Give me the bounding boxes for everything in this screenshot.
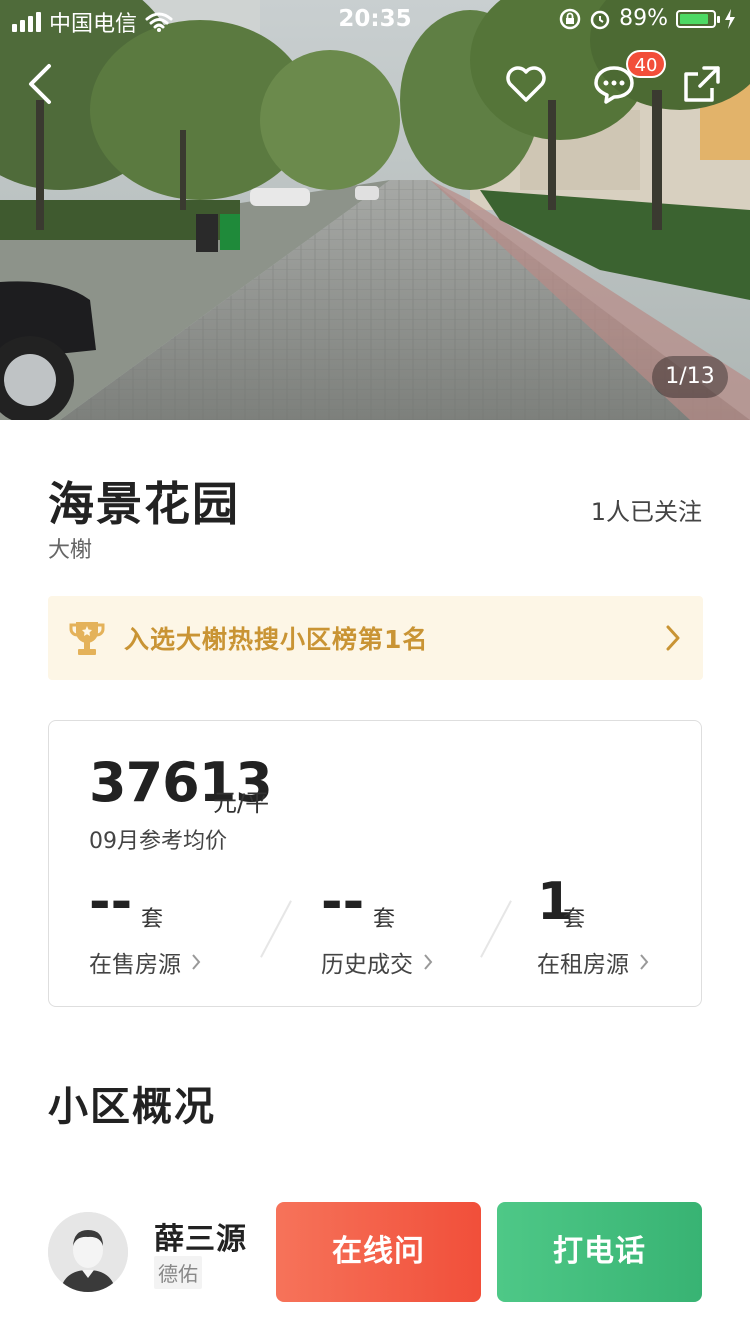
price-unit: 元/平 (213, 789, 270, 817)
chevron-right-icon (640, 954, 649, 970)
district-label: 大榭 (48, 538, 93, 563)
stat-label: 在租房源 (537, 945, 649, 979)
person-icon (48, 1212, 128, 1292)
chevron-right-icon (192, 954, 201, 970)
chevron-right-icon (666, 625, 680, 651)
price-label: 09月参考均价 (89, 829, 227, 854)
stat-for-rent[interactable]: 1 套 在租房源 (537, 871, 737, 991)
share-icon (684, 66, 720, 102)
share-button[interactable] (674, 56, 730, 112)
section-content-fade (48, 1164, 138, 1172)
stat-label: 历史成交 (321, 945, 433, 979)
alarm-icon (590, 10, 610, 29)
stat-unit: 套 (563, 907, 586, 932)
stat-for-sale[interactable]: -- 套 在售房源 (89, 871, 289, 991)
trophy-icon (69, 622, 105, 655)
photo-counter: 1/13 (652, 356, 728, 398)
heart-icon (506, 66, 546, 102)
agent-name: 薛三源 (154, 1222, 247, 1257)
call-button[interactable]: 打电话 (497, 1202, 702, 1302)
back-button[interactable] (12, 56, 68, 112)
avatar[interactable] (48, 1212, 128, 1292)
chevron-left-icon (29, 64, 51, 104)
status-right: 89% (559, 6, 736, 31)
section-title: 小区概况 (48, 1084, 216, 1130)
stat-unit: 套 (373, 907, 396, 932)
ranking-banner[interactable]: 入选大榭热搜小区榜第1名 (48, 596, 703, 680)
battery-icon (676, 9, 720, 28)
message-count-badge: 40 (626, 50, 666, 78)
status-bar: 中国电信 20:35 89% (0, 0, 750, 40)
stat-label-text: 在租房源 (537, 952, 629, 978)
stat-value: -- (321, 872, 365, 932)
charging-icon (725, 8, 735, 29)
stat-history-deals[interactable]: -- 套 历史成交 (321, 871, 521, 991)
agent-company-badge: 德佑 (154, 1256, 202, 1289)
stat-value: -- (89, 872, 133, 932)
stat-label: 在售房源 (89, 945, 201, 979)
battery-percent: 89% (619, 6, 668, 31)
chevron-right-icon (424, 954, 433, 970)
stat-unit: 套 (141, 907, 164, 932)
agent-bar: 薛三源 德佑 在线问 打电话 (0, 1184, 750, 1334)
battery-level (680, 13, 709, 24)
stat-label-text: 在售房源 (89, 952, 181, 978)
follower-count: 1人已关注 (590, 498, 702, 526)
ranking-text: 入选大榭热搜小区榜第1名 (124, 625, 429, 654)
price-card: 37613 元/平 09月参考均价 -- 套 在售房源 -- 套 历史成交 1 … (48, 720, 702, 1007)
community-name: 海景花园 (48, 477, 240, 531)
rotation-lock-icon (559, 8, 581, 29)
favorite-button[interactable] (498, 56, 554, 112)
stat-label-text: 历史成交 (321, 952, 413, 978)
online-ask-button[interactable]: 在线问 (276, 1202, 481, 1302)
message-button[interactable]: 40 (586, 50, 666, 112)
